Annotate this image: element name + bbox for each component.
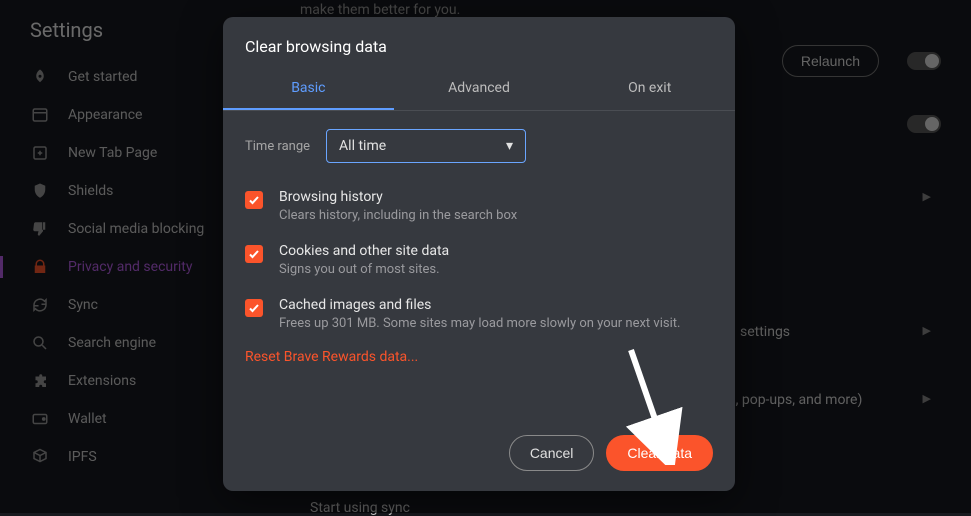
time-range-label: Time range: [245, 139, 310, 154]
option-title: Cached images and files: [279, 297, 680, 313]
checkbox-browsing-history[interactable]: [245, 191, 263, 209]
option-browsing-history[interactable]: Browsing history Clears history, includi…: [245, 179, 713, 233]
option-subtitle: Frees up 301 MB. Some sites may load mor…: [279, 316, 680, 331]
option-subtitle: Signs you out of most sites.: [279, 262, 449, 277]
chevron-down-icon: ▾: [506, 138, 513, 154]
tab-advanced[interactable]: Advanced: [394, 70, 565, 110]
reset-rewards-link[interactable]: Reset Brave Rewards data...: [223, 345, 735, 369]
clear-data-button[interactable]: Clear data: [606, 435, 713, 471]
option-subtitle: Clears history, including in the search …: [279, 208, 517, 223]
option-title: Browsing history: [279, 189, 517, 205]
clear-options-list: Browsing history Clears history, includi…: [223, 173, 735, 345]
time-range-select[interactable]: All time ▾: [326, 129, 526, 163]
clear-browsing-data-dialog: Clear browsing data Basic Advanced On ex…: [223, 17, 735, 491]
option-cached[interactable]: Cached images and files Frees up 301 MB.…: [245, 287, 713, 341]
tab-on-exit[interactable]: On exit: [564, 70, 735, 110]
option-title: Cookies and other site data: [279, 243, 449, 259]
time-range-value: All time: [339, 138, 386, 154]
tab-basic[interactable]: Basic: [223, 70, 394, 110]
option-cookies[interactable]: Cookies and other site data Signs you ou…: [245, 233, 713, 287]
checkbox-cookies[interactable]: [245, 245, 263, 263]
dialog-title: Clear browsing data: [223, 17, 735, 70]
checkbox-cached[interactable]: [245, 299, 263, 317]
cancel-button[interactable]: Cancel: [509, 435, 595, 471]
dialog-tabs: Basic Advanced On exit: [223, 70, 735, 111]
